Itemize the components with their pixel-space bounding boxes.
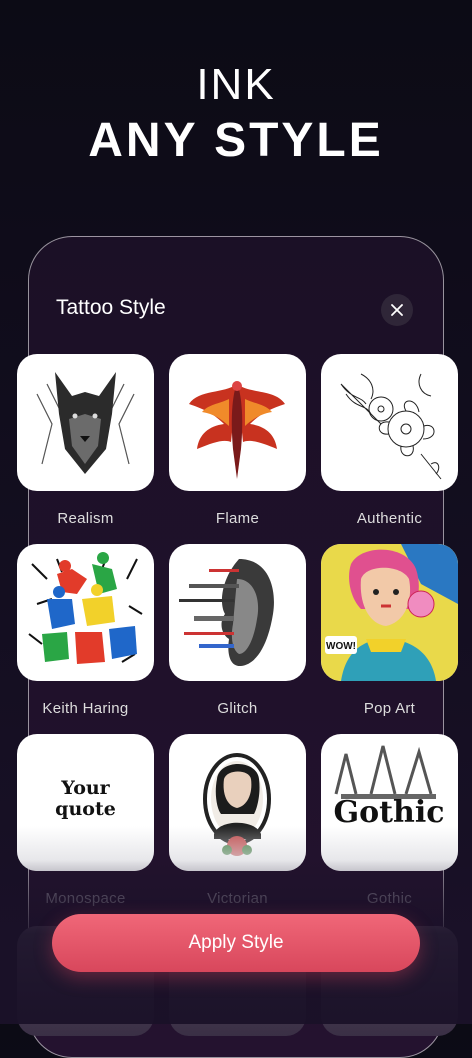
style-card-flame[interactable]: Flame bbox=[169, 354, 306, 527]
hero-line-2: ANY STYLE bbox=[88, 114, 384, 167]
monospace-thumbnail: Your quote bbox=[17, 734, 154, 871]
monospace-thumbnail-text: Your quote bbox=[55, 776, 116, 820]
pop-art-bubble-text: WOW! bbox=[326, 641, 356, 652]
flame-thumbnail bbox=[169, 354, 306, 491]
pop-art-thumbnail: WOW! bbox=[321, 544, 458, 681]
style-label: Pop Art bbox=[363, 700, 416, 717]
glitch-thumbnail bbox=[169, 544, 306, 681]
panel-title: Tattoo Style bbox=[56, 296, 166, 319]
style-label: Realism bbox=[57, 510, 114, 527]
authentic-thumbnail bbox=[321, 354, 458, 491]
style-card-authentic[interactable]: Authentic bbox=[321, 354, 458, 527]
style-card-realism[interactable]: Realism bbox=[17, 354, 154, 527]
style-card-victorian[interactable]: Victorian bbox=[169, 734, 306, 907]
close-icon bbox=[391, 304, 403, 316]
gothic-thumbnail: Gothic bbox=[321, 734, 458, 871]
style-card-monospace[interactable]: Your quote Monospace bbox=[17, 734, 154, 907]
style-label: Glitch bbox=[217, 700, 258, 717]
keith-haring-thumbnail bbox=[17, 544, 154, 681]
style-card-keith-haring[interactable]: Keith Haring bbox=[17, 544, 154, 717]
close-button[interactable] bbox=[381, 294, 413, 326]
victorian-thumbnail bbox=[169, 734, 306, 871]
style-card-gothic[interactable]: Gothic Gothic bbox=[321, 734, 458, 907]
hero-line-1: INK bbox=[196, 60, 276, 109]
style-label: Authentic bbox=[356, 510, 423, 527]
gothic-thumbnail-text: Gothic bbox=[334, 795, 445, 830]
style-label: Victorian bbox=[207, 890, 268, 907]
apply-style-button[interactable]: Apply Style bbox=[52, 914, 420, 972]
style-label: Gothic bbox=[366, 890, 413, 907]
style-card-glitch[interactable]: Glitch bbox=[169, 544, 306, 717]
style-label: Flame bbox=[215, 510, 260, 527]
style-label: Monospace bbox=[45, 890, 126, 907]
realism-thumbnail bbox=[17, 354, 154, 491]
style-label: Keith Haring bbox=[42, 700, 129, 717]
hero-heading: INK ANY STYLE bbox=[0, 60, 472, 168]
style-card-pop-art[interactable]: WOW! Pop Art bbox=[321, 544, 458, 717]
